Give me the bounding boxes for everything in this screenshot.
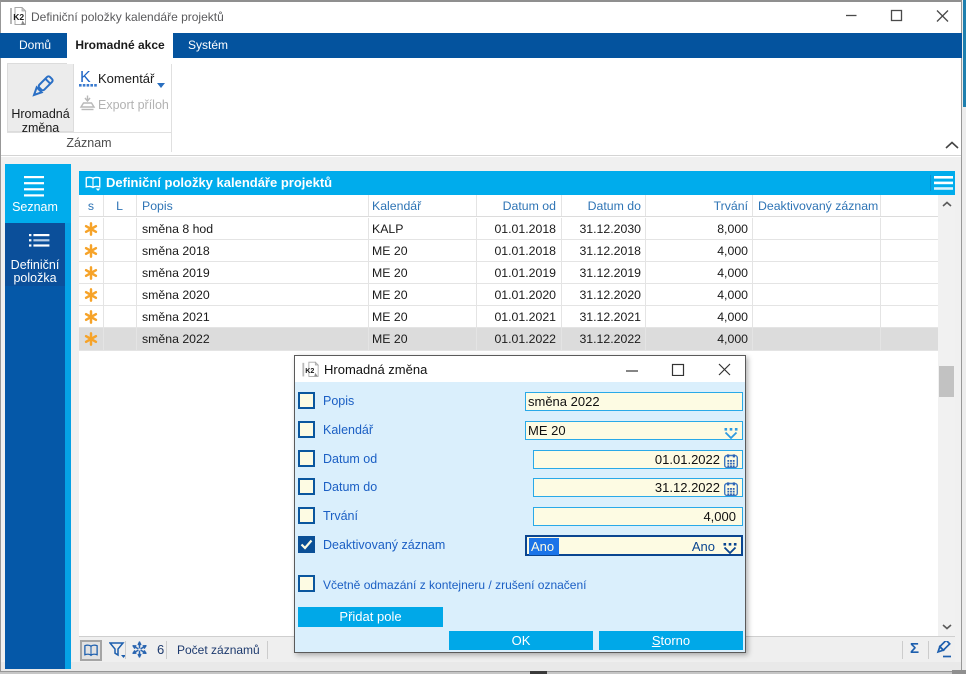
svg-text:K2: K2 (13, 12, 24, 22)
